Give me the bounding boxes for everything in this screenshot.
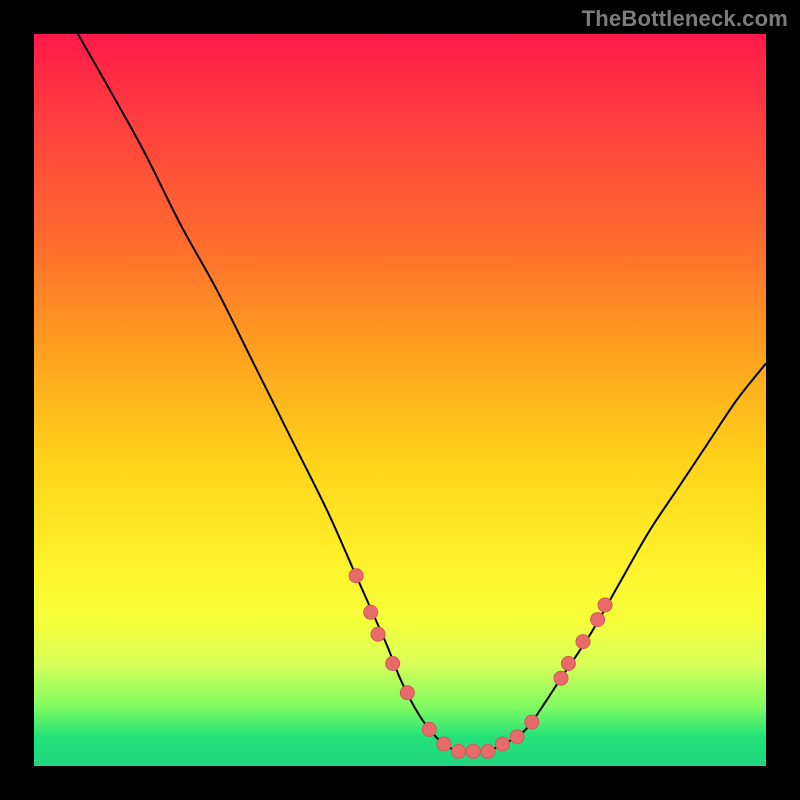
data-marker: [554, 671, 568, 685]
marker-group: [349, 569, 612, 759]
data-marker: [437, 737, 451, 751]
chart-stage: TheBottleneck.com: [0, 0, 800, 800]
data-marker: [525, 715, 539, 729]
data-marker: [422, 722, 436, 736]
data-marker: [576, 635, 590, 649]
data-marker: [598, 598, 612, 612]
data-marker: [496, 737, 510, 751]
data-marker: [591, 613, 605, 627]
chart-overlay: [34, 34, 766, 766]
data-marker: [510, 730, 524, 744]
watermark-text: TheBottleneck.com: [582, 6, 788, 32]
data-marker: [371, 627, 385, 641]
bottleneck-curve: [78, 34, 766, 752]
data-marker: [452, 744, 466, 758]
data-marker: [481, 744, 495, 758]
data-marker: [561, 657, 575, 671]
data-marker: [400, 686, 414, 700]
data-marker: [466, 744, 480, 758]
data-marker: [349, 569, 363, 583]
data-marker: [364, 605, 378, 619]
data-marker: [386, 657, 400, 671]
